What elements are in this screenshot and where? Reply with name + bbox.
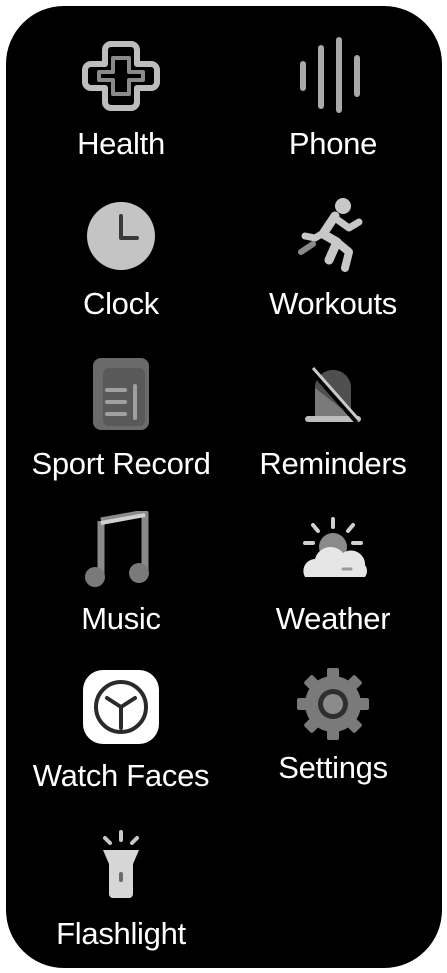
app-label: Sport Record: [31, 446, 211, 481]
app-label: Music: [81, 601, 161, 636]
app-reminders[interactable]: Reminders: [228, 356, 438, 482]
app-phone[interactable]: Phone: [228, 36, 438, 162]
app-label: Health: [77, 126, 165, 161]
app-label: Workouts: [269, 286, 397, 321]
health-cross-icon: [82, 41, 160, 111]
app-workouts[interactable]: Workouts: [228, 196, 438, 322]
app-flashlight[interactable]: Flashlight: [16, 826, 226, 952]
app-list-screen: Health Phone Clock Workouts Sport Record…: [6, 6, 442, 968]
sun-cloud-icon: [303, 517, 367, 577]
app-label: Weather: [275, 601, 391, 636]
running-person-icon: [298, 198, 363, 272]
app-label: Phone: [288, 126, 378, 161]
app-health[interactable]: Health: [16, 36, 226, 162]
gear-icon: [297, 668, 369, 740]
app-label: Clock: [82, 286, 159, 321]
app-clock[interactable]: Clock: [16, 196, 226, 322]
document-record-icon: [93, 358, 149, 430]
app-label: Flashlight: [56, 916, 186, 951]
app-settings[interactable]: Settings: [228, 668, 438, 786]
app-weather[interactable]: Weather: [228, 511, 438, 637]
app-label: Settings: [278, 750, 388, 785]
bell-off-icon: [305, 367, 361, 424]
app-label: Watch Faces: [32, 758, 210, 793]
watch-face-icon: [83, 670, 159, 744]
app-sport-record[interactable]: Sport Record: [16, 356, 226, 482]
app-watch-faces[interactable]: Watch Faces: [16, 668, 226, 794]
app-music[interactable]: Music: [16, 511, 226, 637]
app-label: Reminders: [259, 446, 407, 481]
phone-soundwave-icon: [300, 37, 360, 113]
music-note-icon: [85, 511, 149, 587]
flashlight-icon: [103, 830, 139, 898]
clock-icon: [87, 202, 155, 270]
